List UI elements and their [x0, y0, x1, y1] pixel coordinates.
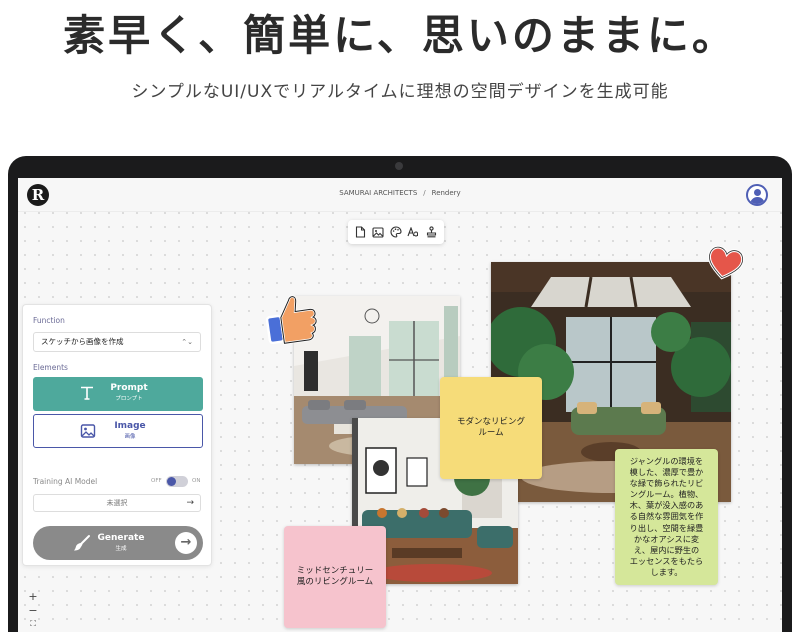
training-model-label: Training AI Model [33, 477, 98, 486]
palette-icon[interactable] [388, 224, 404, 240]
app-screen: R SAMURAI ARCHITECTS / Rendery Function … [18, 178, 782, 632]
image-button-sublabel: 画像 [124, 434, 136, 440]
generate-button-sublabel: 生成 [115, 546, 127, 552]
thumbs-up-icon [263, 290, 321, 346]
prompt-button-label: Prompt [110, 383, 148, 393]
laptop-frame: R SAMURAI ARCHITECTS / Rendery Function … [8, 156, 792, 632]
document-icon[interactable] [353, 224, 369, 240]
user-icon [754, 189, 761, 196]
elements-label: Elements [33, 363, 68, 372]
chevron-updown-icon: ⌃⌄ [181, 338, 193, 346]
hero-title: 素早く、簡単に、思いのままに。 [63, 11, 737, 60]
user-avatar[interactable] [746, 184, 768, 206]
zoom-out-button[interactable]: − [27, 604, 39, 617]
prompt-button-sublabel: プロンプト [115, 396, 143, 402]
breadcrumb-org[interactable]: SAMURAI ARCHITECTS [339, 189, 417, 197]
webcam [395, 162, 403, 170]
text-t-icon [79, 385, 95, 401]
breadcrumb-separator: / [423, 189, 426, 197]
sticky-note-jungle-text: ジャングルの環境を 模した、濃厚で豊か な緑で飾られたリビ ングルーム。植物、 … [629, 456, 704, 577]
function-label: Function [33, 316, 65, 325]
image-icon [80, 423, 96, 439]
model-select[interactable]: 未選択 → [33, 494, 201, 512]
stamp-icon[interactable] [423, 224, 439, 240]
sticky-note-modern-text: モダンなリビング ルーム [456, 416, 525, 438]
brush-icon [73, 534, 91, 552]
sticky-note-jungle[interactable]: ジャングルの環境を 模した、濃厚で豊か な緑で飾られたリビ ングルーム。植物、 … [615, 449, 718, 585]
zoom-in-button[interactable]: + [27, 590, 39, 603]
hero-subtitle: シンプルなUI/UXでリアルタイムに理想の空間デザインを生成可能 [131, 82, 669, 102]
training-model-row: Training AI Model OFF ON [33, 475, 203, 489]
generate-button[interactable]: Generate 生成 → [33, 526, 203, 560]
app-header: R SAMURAI ARCHITECTS / Rendery [18, 178, 782, 212]
model-select-value: 未選択 [106, 499, 128, 507]
breadcrumb: SAMURAI ARCHITECTS / Rendery [18, 189, 782, 197]
image-button[interactable]: Image 画像 [33, 414, 203, 448]
generate-button-label: Generate [97, 533, 145, 543]
sticky-note-midcentury[interactable]: ミッドセンチュリー 風のリビングルーム [284, 526, 386, 628]
prompt-button[interactable]: Prompt プロンプト [33, 377, 203, 411]
control-panel: Function スケッチから画像を作成 ⌃⌄ Elements Prompt … [22, 304, 212, 566]
arrow-right-icon: → [186, 498, 194, 508]
breadcrumb-page[interactable]: Rendery [432, 189, 461, 197]
canvas-toolbar [348, 220, 444, 244]
text-icon[interactable] [406, 224, 422, 240]
fit-screen-button[interactable]: ⛶ [27, 619, 39, 629]
sticky-note-modern[interactable]: モダンなリビング ルーム [440, 377, 542, 479]
toggle-off-label: OFF [151, 478, 162, 484]
image-icon[interactable] [370, 224, 386, 240]
arrow-right-icon: → [175, 532, 197, 554]
toggle-on-label: ON [192, 478, 201, 484]
sticky-note-midcentury-text: ミッドセンチュリー 風のリビングルーム [296, 565, 374, 587]
function-select[interactable]: スケッチから画像を作成 ⌃⌄ [33, 332, 201, 352]
heart-icon [704, 244, 746, 282]
function-value: スケッチから画像を作成 [41, 337, 124, 346]
image-button-label: Image [114, 421, 146, 431]
training-model-toggle[interactable] [166, 476, 188, 487]
